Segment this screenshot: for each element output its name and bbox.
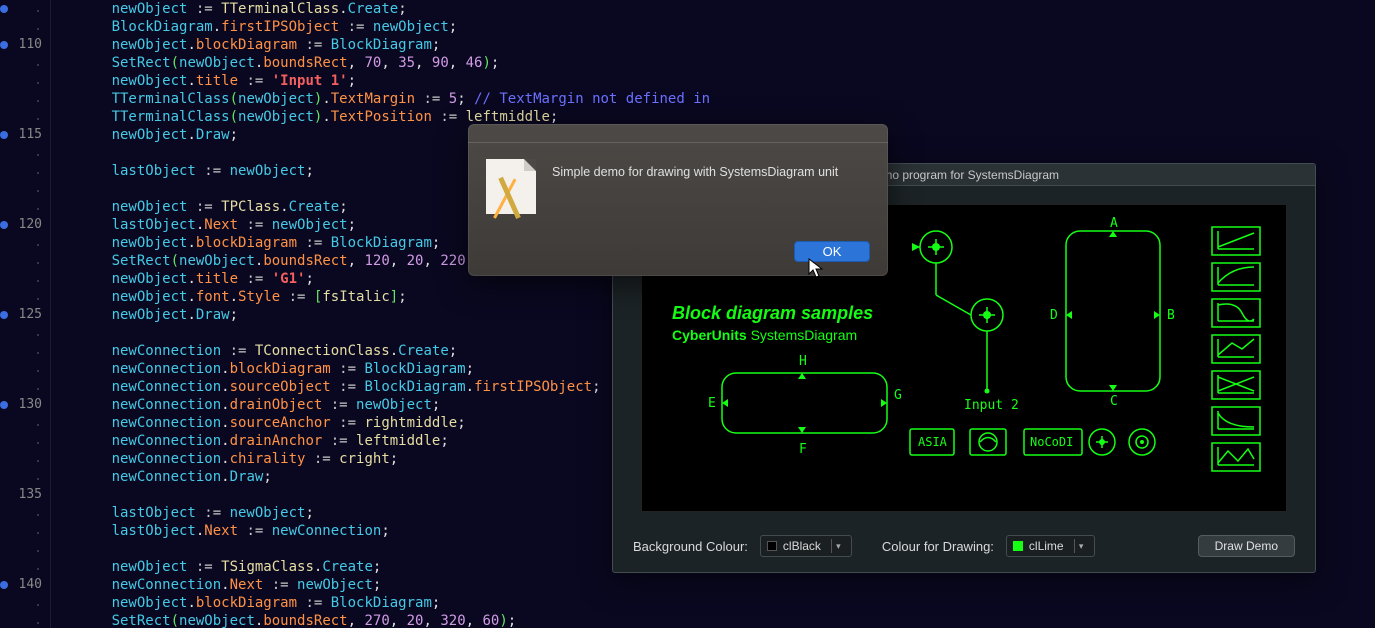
gutter-line: . [0,90,50,108]
gutter-line: . [0,612,50,628]
fg-color-label: Colour for Drawing: [882,539,994,554]
fg-color-select[interactable]: clLime ▾ [1006,535,1095,557]
label-D: D [1050,308,1058,323]
breakpoint-marker[interactable] [0,401,8,409]
label-G: G [894,388,902,403]
gutter-line: . [0,594,50,612]
gutter-line: . [0,450,50,468]
code-line[interactable]: newObject.title := 'Input 1'; [61,72,715,90]
app-icon [486,159,536,214]
gutter-line: . [0,162,50,180]
gutter-line: . [0,432,50,450]
code-line[interactable]: newConnection.Next := newObject; [61,576,715,594]
label-A: A [1110,216,1118,231]
label-asia: ASIA [918,435,948,449]
gutter-line: . [0,180,50,198]
gutter-line: . [0,234,50,252]
code-line[interactable]: SetRect(newObject.boundsRect, 70, 35, 90… [61,54,715,72]
code-line[interactable]: TTerminalClass(newObject).TextMargin := … [61,90,715,108]
ok-button[interactable]: OK [794,241,870,262]
gutter-line: . [0,270,50,288]
gutter-line: . [0,360,50,378]
gutter-line: . [0,504,50,522]
gutter-line: . [0,54,50,72]
gutter-line: . [0,288,50,306]
gutter-line: . [0,198,50,216]
label-B: B [1167,308,1175,323]
gutter-line: 120 [0,216,50,234]
gutter-line: 140 [0,576,50,594]
gutter-line: . [0,468,50,486]
gutter-line: . [0,414,50,432]
label-nocodi: NoCoDI [1030,435,1073,449]
gutter-line: . [0,144,50,162]
gutter-line: . [0,378,50,396]
alert-message: Simple demo for drawing with SystemsDiag… [552,153,838,179]
breakpoint-marker[interactable] [0,5,8,13]
bg-color-value: clBlack [783,539,821,553]
breakpoint-marker[interactable] [0,131,8,139]
gutter-line: . [0,252,50,270]
label-F: F [799,442,807,457]
label-C: C [1110,394,1118,409]
breakpoint-marker[interactable] [0,221,8,229]
gutter-line: . [0,342,50,360]
gutter: ..110....115....120....125....130....135… [0,0,50,628]
gutter-line: . [0,324,50,342]
gutter-line: 115 [0,126,50,144]
breakpoint-marker[interactable] [0,41,8,49]
gutter-line: . [0,540,50,558]
breakpoint-marker[interactable] [0,311,8,319]
code-line[interactable]: newObject := TTerminalClass.Create; [61,0,715,18]
gutter-line: . [0,0,50,18]
gutter-line: 110 [0,36,50,54]
bg-color-label: Background Colour: [633,539,748,554]
gutter-line: 125 [0,306,50,324]
label-E: E [708,396,716,411]
diagram-controls: Background Colour: clBlack ▾ Colour for … [613,520,1315,572]
diagram-title-text: demo program for SystemsDiagram [869,168,1059,182]
gutter-line: . [0,108,50,126]
gutter-line: 130 [0,396,50,414]
code-line[interactable]: newObject.blockDiagram := BlockDiagram; [61,594,715,612]
label-input2: Input 2 [964,398,1019,413]
chevron-down-icon: ▾ [1074,539,1088,553]
bg-color-select[interactable]: clBlack ▾ [760,535,852,557]
chevron-down-icon: ▾ [831,539,845,553]
label-H: H [799,354,807,369]
gutter-line: 135 [0,486,50,504]
gutter-line: . [0,558,50,576]
gutter-line: . [0,18,50,36]
code-line[interactable]: SetRect(newObject.boundsRect, 270, 20, 3… [61,612,715,628]
code-editor[interactable]: ..110....115....120....125....130....135… [0,0,715,628]
code-line[interactable]: BlockDiagram.firstIPSObject := newObject… [61,18,715,36]
gutter-line: . [0,72,50,90]
code-line[interactable]: newObject.blockDiagram := BlockDiagram; [61,36,715,54]
gutter-line: . [0,522,50,540]
breakpoint-marker[interactable] [0,581,8,589]
alert-dialog: Simple demo for drawing with SystemsDiag… [468,124,888,276]
draw-demo-button[interactable]: Draw Demo [1198,535,1295,557]
fg-color-value: clLime [1029,539,1064,553]
